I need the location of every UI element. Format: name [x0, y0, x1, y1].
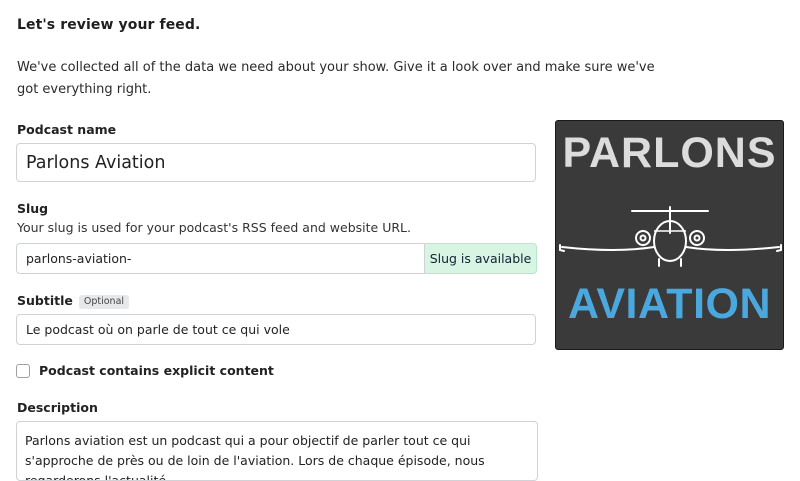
explicit-checkbox-row[interactable]: Podcast contains explicit content [16, 363, 274, 378]
cover-title-line1: PARLONS [562, 129, 777, 177]
subtitle-input[interactable] [16, 314, 536, 345]
description-textarea[interactable]: Parlons aviation est un podcast qui a po… [16, 421, 538, 481]
subtitle-label-text: Subtitle [17, 293, 73, 308]
slug-hint: Your slug is used for your podcast's RSS… [17, 220, 411, 235]
explicit-checkbox[interactable] [16, 363, 30, 378]
slug-status-badge: Slug is available [424, 243, 537, 274]
optional-badge: Optional [78, 295, 130, 309]
description-label: Description [17, 400, 98, 415]
podcast-name-input[interactable] [16, 143, 536, 182]
intro-text: We've collected all of the data we need … [17, 60, 655, 97]
slug-label: Slug [17, 201, 49, 216]
cover-title-line2: AVIATION [567, 280, 772, 328]
subtitle-label: Subtitle Optional [17, 293, 130, 309]
explicit-checkbox-label[interactable]: Podcast contains explicit content [39, 363, 274, 378]
podcast-name-label: Podcast name [17, 122, 117, 137]
jet-plane-front-icon [559, 206, 782, 267]
slug-input[interactable] [16, 243, 425, 274]
cover-art: PARLONS AVIATION [555, 120, 784, 350]
page-heading: Let's review your feed. [17, 17, 201, 33]
